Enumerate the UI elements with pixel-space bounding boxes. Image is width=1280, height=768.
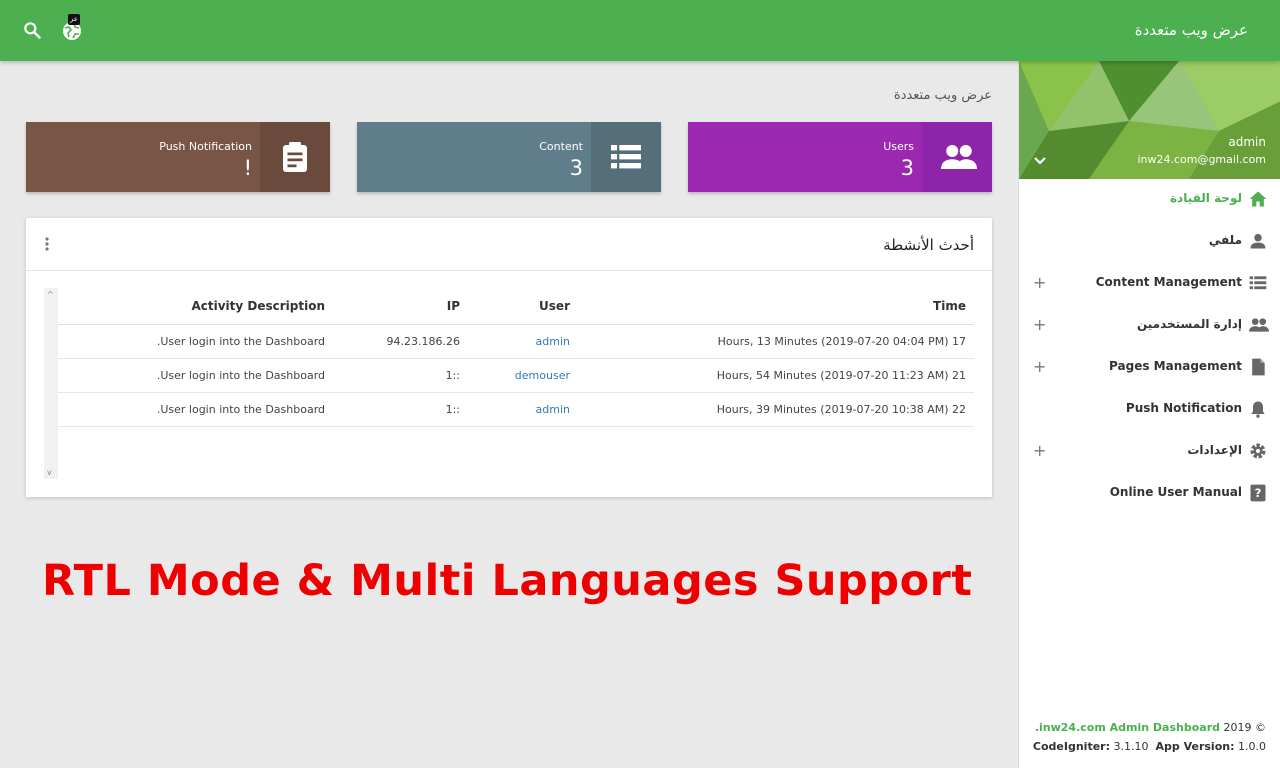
card-value: 3 [569,156,583,180]
version-line: CodeIgniter: 3.1.10 App Version: 1.0.0 [1033,737,1266,756]
top-navbar: عر عرض ويب متعددة [0,0,1280,61]
sidebar-footer: © 2019 inw24.com Admin Dashboard. CodeIg… [1033,718,1266,756]
sidebar-item-label: ملفي [1208,233,1242,247]
expand-plus-icon[interactable]: + [1033,441,1046,460]
file-icon [1248,357,1268,377]
table-row: User login into the Dashboard. ::1 admin… [58,392,974,427]
card-value: 3 [900,156,914,180]
activity-user-cell: admin [468,392,578,427]
more-vert-icon[interactable] [44,236,50,252]
latest-activity-panel: أحدث الأنشطة ^ v Activity Description IP… [26,218,992,497]
scroll-up-icon[interactable]: ^ [47,290,54,299]
activity-user-link[interactable]: demouser [515,369,570,382]
activity-ip: ::1 [333,392,468,427]
footer-brand-link[interactable]: inw24.com Admin Dashboard. [1035,721,1220,734]
activity-time: 22 Hours, 39 Minutes (2019-07-20 10:38 A… [578,392,974,427]
card-label: Users [883,140,914,153]
activity-user-link[interactable]: admin [536,335,570,348]
gear-icon [1248,441,1268,461]
table-row: User login into the Dashboard. 94.23.186… [58,324,974,359]
svg-text:?: ? [1255,486,1262,500]
activity-description: User login into the Dashboard. [58,392,333,427]
sidebar-item-label: لوحة القيادة [1169,191,1242,205]
promo-caption: RTL Mode & Multi Languages Support [42,556,973,606]
users-card[interactable]: Users 3 [688,122,992,192]
sidebar-item-label: Online User Manual [1109,485,1242,499]
panel-divider [26,270,992,271]
app-title[interactable]: عرض ويب متعددة [1135,21,1248,39]
activity-time: 21 Hours, 54 Minutes (2019-07-20 11:23 A… [578,358,974,393]
chevron-down-icon[interactable] [1033,153,1049,169]
activity-description: User login into the Dashboard. [58,324,333,359]
user-profile-banner: admin inw24.com@gmail.com [1019,61,1280,179]
language-switcher-button[interactable]: عر [60,14,86,44]
sidebar: admin inw24.com@gmail.com لوحة القيادة م… [1018,61,1280,768]
sidebar-item-label: Pages Management [1109,359,1242,373]
table-row: User login into the Dashboard. ::1 demou… [58,358,974,393]
table-scrollbar[interactable]: ^ v [44,288,58,479]
card-label: Content [539,140,583,153]
activity-time: 17 Hours, 13 Minutes (2019-07-20 04:04 P… [578,324,974,359]
activity-user-link[interactable]: admin [536,403,570,416]
content-card[interactable]: Content 3 [357,122,661,192]
sidebar-item-content-management[interactable]: Content Management + [1019,263,1280,305]
sidebar-item-settings[interactable]: الإعدادات + [1019,431,1280,473]
user-email: inw24.com@gmail.com [1137,153,1266,166]
sidebar-item-pages-management[interactable]: Pages Management + [1019,347,1280,389]
expand-plus-icon[interactable]: + [1033,273,1046,292]
card-label: Push Notification [159,140,252,153]
sidebar-item-push-notification[interactable]: Push Notification [1019,389,1280,431]
sidebar-item-dashboard[interactable]: لوحة القيادة [1019,179,1280,221]
table-header-row: Activity Description IP User Time [58,288,974,325]
sidebar-item-label: Content Management [1095,275,1242,289]
language-badge: عر [68,14,81,25]
codeigniter-label: CodeIgniter: [1032,740,1110,753]
page-subtitle: عرض ويب متعددة [893,88,992,103]
users-icon [1248,315,1269,335]
expand-plus-icon[interactable]: + [1033,315,1046,334]
list-icon [591,122,661,192]
card-value: ! [243,156,252,180]
sidebar-item-label: الإعدادات [1187,443,1242,457]
activity-ip: ::1 [333,358,468,393]
app-version: 1.0.0 [1238,740,1266,753]
activity-table: Activity Description IP User Time User l… [58,288,974,427]
activity-user-cell: demouser [468,358,578,393]
copyright-line: © 2019 inw24.com Admin Dashboard. [1033,718,1266,737]
list-icon [1248,273,1268,293]
sidebar-item-profile[interactable]: ملفي [1019,221,1280,263]
activity-ip: 94.23.186.26 [333,324,468,359]
sidebar-item-label: Push Notification [1125,401,1242,415]
app-version-label: App Version: [1155,740,1235,753]
codeigniter-version: 3.1.10 [1113,740,1149,753]
scroll-down-icon[interactable]: v [47,468,52,477]
push-notification-card[interactable]: Push Notification ! [26,122,330,192]
column-header-user[interactable]: User [468,288,578,325]
sidebar-item-label: إدارة المستخدمين [1136,317,1242,331]
panel-title: أحدث الأنشطة [883,236,974,254]
users-icon [922,122,992,192]
expand-plus-icon[interactable]: + [1033,357,1046,376]
sidebar-item-user-management[interactable]: إدارة المستخدمين + [1019,305,1280,347]
copyright-prefix: © 2019 [1223,721,1267,734]
bell-icon [1248,399,1268,419]
column-header-ip[interactable]: IP [333,288,468,325]
clipboard-icon [260,122,330,192]
help-icon: ? [1248,483,1268,503]
user-name: admin [1228,135,1266,149]
column-header-time[interactable]: Time [578,288,974,325]
column-header-description[interactable]: Activity Description [58,288,333,325]
home-icon [1248,189,1268,209]
activity-description: User login into the Dashboard. [58,358,333,393]
person-icon [1248,231,1268,251]
sidebar-item-online-user-manual[interactable]: ? Online User Manual [1019,473,1280,515]
search-icon[interactable] [22,20,44,42]
activity-user-cell: admin [468,324,578,359]
